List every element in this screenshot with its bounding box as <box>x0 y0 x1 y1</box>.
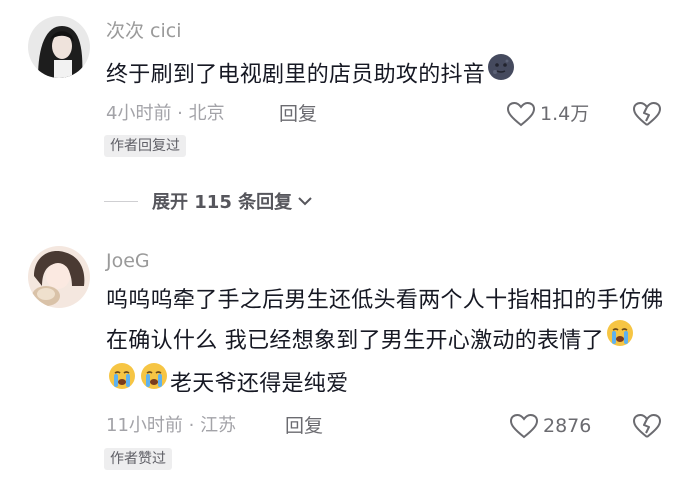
crying-face-emoji-icon <box>107 361 137 404</box>
username[interactable]: JoeG <box>106 248 150 274</box>
expand-replies-button[interactable]: 展开 115 条回复 <box>104 188 315 214</box>
expand-replies-label: 展开 115 条回复 <box>152 192 293 213</box>
like-button[interactable]: 1.4万 <box>506 101 589 127</box>
reply-button[interactable]: 回复 <box>279 101 317 127</box>
comment-text-body: 终于刷到了电视剧里的店员助攻的抖音 <box>106 62 486 88</box>
comment-text: 呜呜呜牵了手之后男生还低头看两个人十指相扣的手仿佛在确认什么 我已经想象到了男生… <box>106 282 666 406</box>
author-badge: 作者赞过 <box>104 448 172 470</box>
reply-button[interactable]: 回复 <box>285 413 323 439</box>
broken-heart-icon <box>633 101 662 126</box>
crying-face-emoji-icon <box>605 318 635 361</box>
author-badge: 作者回复过 <box>104 135 186 157</box>
comment-text: 终于刷到了电视剧里的店员助攻的抖音 <box>106 54 666 97</box>
heart-icon <box>506 101 536 127</box>
avatar[interactable] <box>28 246 90 308</box>
chevron-down-icon <box>298 197 312 206</box>
divider <box>104 200 138 202</box>
like-count: 1.4万 <box>540 103 590 125</box>
avatar[interactable] <box>28 16 90 78</box>
like-count: 2876 <box>543 415 592 437</box>
dislike-button[interactable] <box>632 100 662 132</box>
moon-face-emoji-icon <box>486 52 516 95</box>
comment-text-body: 呜呜呜牵了手之后男生还低头看两个人十指相扣的手仿佛在确认什么 我已经想象到了男生… <box>106 288 664 354</box>
time-location: 11小时前 · 江苏 <box>106 415 237 436</box>
heart-icon <box>509 413 539 439</box>
username[interactable]: 次次 cici <box>106 18 182 44</box>
crying-face-emoji-icon <box>139 361 169 404</box>
comment-text-tail: 老天爷还得是纯爱 <box>170 371 349 397</box>
time-location: 4小时前 · 北京 <box>106 103 225 124</box>
like-button[interactable]: 2876 <box>509 413 591 439</box>
dislike-button[interactable] <box>632 412 662 444</box>
broken-heart-icon <box>633 413 662 438</box>
